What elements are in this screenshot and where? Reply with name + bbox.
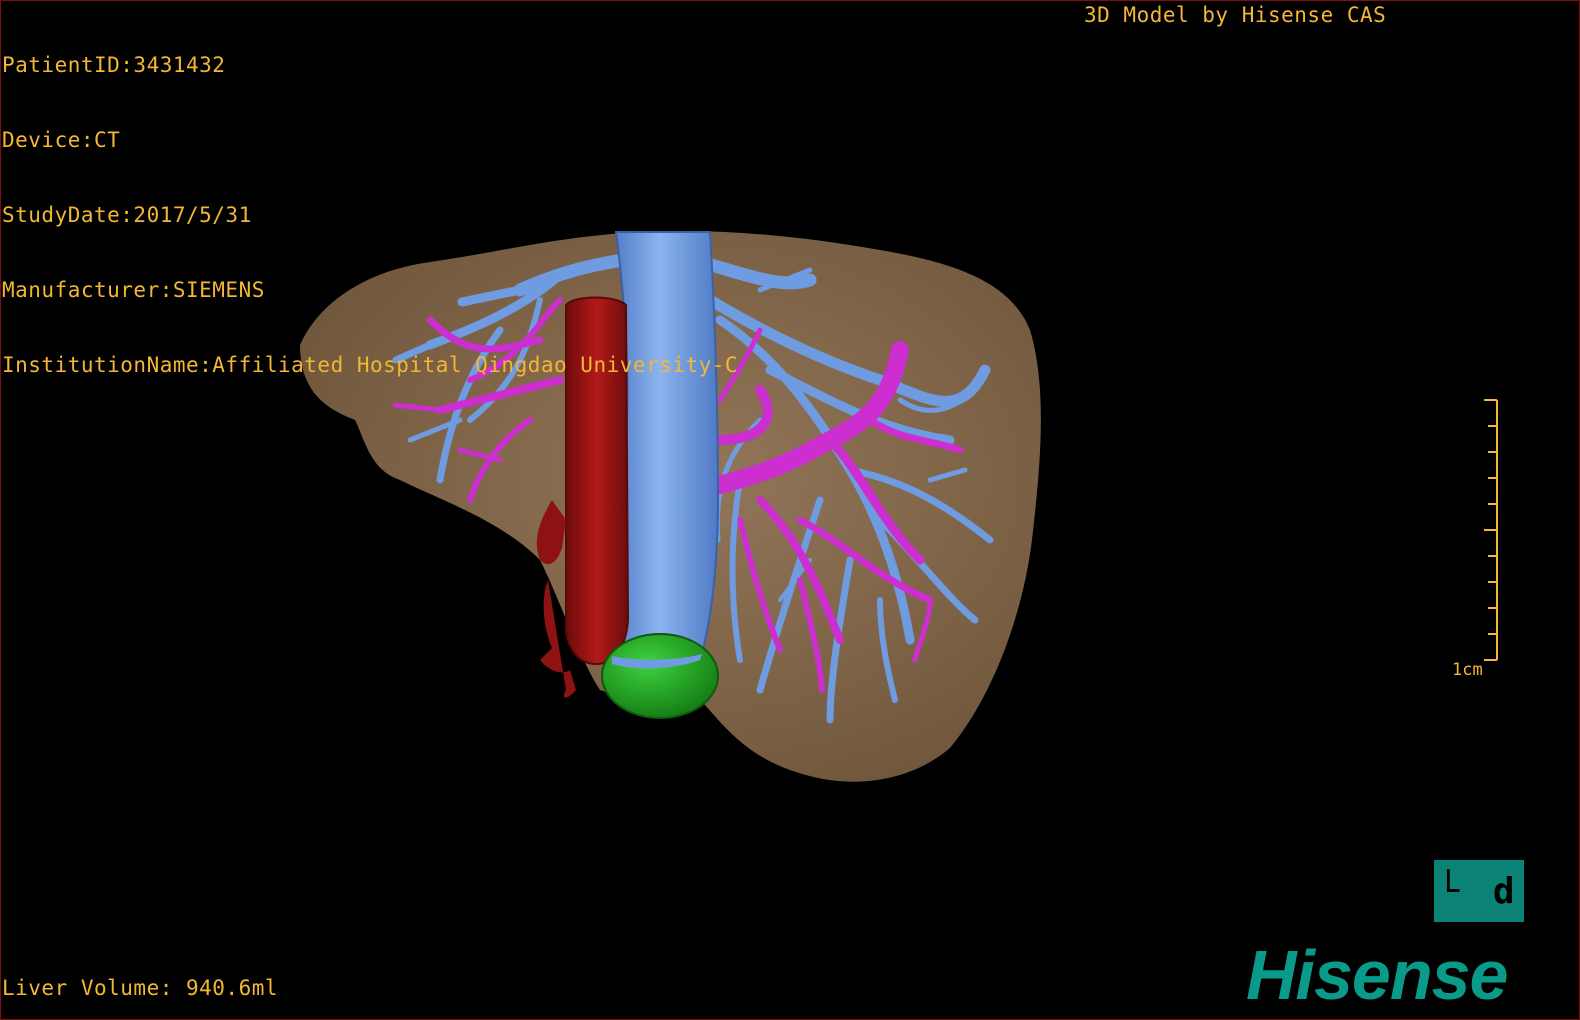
dicom-info-block: PatientID:3431432 Device:CT StudyDate:20… <box>2 3 738 403</box>
patient-id-text: PatientID:3431432 <box>2 53 226 77</box>
model-credit-text: 3D Model by Hisense CAS <box>1084 3 1387 27</box>
orientation-badge[interactable]: └ d <box>1434 860 1524 922</box>
institution-text: InstitutionName:Affiliated Hospital Qing… <box>2 353 739 377</box>
gallbladder <box>601 633 719 719</box>
study-date-text: StudyDate:2017/5/31 <box>2 203 252 227</box>
device-text: Device:CT <box>2 128 121 152</box>
scale-bar-label: 1cm <box>1452 660 1483 680</box>
orientation-badge-label: └ d <box>1437 870 1521 912</box>
hisense-logo: Hisense <box>1246 936 1508 1014</box>
liver-volume-text: Liver Volume: 940.6ml <box>2 976 279 1000</box>
scale-bar <box>1484 399 1498 661</box>
manufacturer-text: Manufacturer:SIEMENS <box>2 278 265 302</box>
